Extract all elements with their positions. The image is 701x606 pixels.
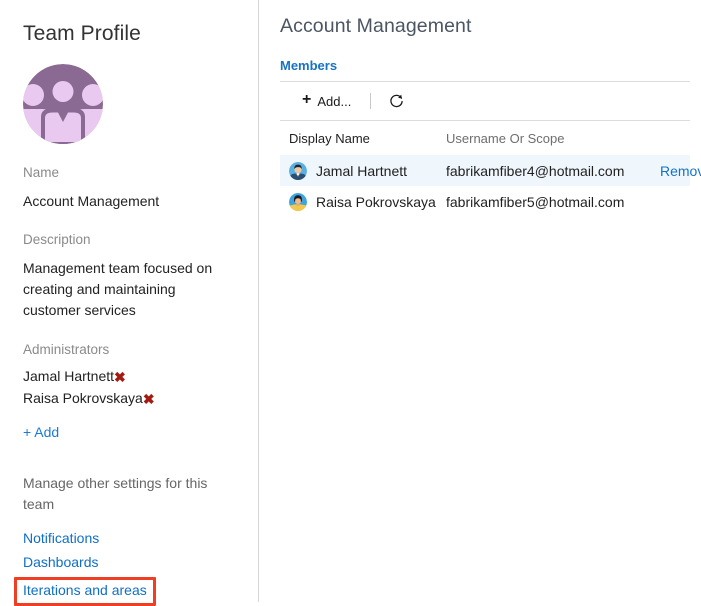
name-label: Name xyxy=(23,165,60,180)
table-row[interactable]: Jamal Hartnett fabrikamfiber4@hotmail.co… xyxy=(280,155,701,186)
toolbar-divider xyxy=(370,93,372,109)
table-row[interactable]: Raisa Pokrovskaya fabrikamfiber5@hotmail… xyxy=(280,186,690,217)
cell-username: fabrikamfiber5@hotmail.com xyxy=(446,193,625,210)
administrator-row: Jamal Hartnett ✖ xyxy=(23,366,236,387)
members-table: Display Name Username Or Scope Jamal Har… xyxy=(280,121,701,217)
remove-member-link[interactable]: Remove xyxy=(660,163,701,179)
manage-settings-text: Manage other settings for this team xyxy=(23,475,208,512)
team-profile-panel: Team Profile Name Account Management Des… xyxy=(0,0,259,606)
cell-display-name: Jamal Hartnett xyxy=(280,155,446,186)
members-table-body: Jamal Hartnett fabrikamfiber4@hotmail.co… xyxy=(280,155,701,217)
column-header-actions xyxy=(660,121,690,155)
plus-icon: + xyxy=(302,91,312,108)
cell-action xyxy=(660,186,690,217)
cell-action: Remove xyxy=(660,155,701,186)
members-toolbar: + Add... xyxy=(280,82,690,120)
administrator-name: Raisa Pokrovskaya xyxy=(23,390,143,406)
refresh-icon xyxy=(390,94,403,107)
remove-administrator-icon[interactable]: ✖ xyxy=(114,370,126,384)
cell-username: fabrikamfiber4@hotmail.com xyxy=(446,155,660,186)
team-group-avatar-icon xyxy=(23,64,103,144)
member-name: Jamal Hartnett xyxy=(316,162,408,179)
tab-members[interactable]: Members xyxy=(280,58,337,73)
description-label: Description xyxy=(23,232,91,247)
user-avatar-male-icon xyxy=(289,161,307,180)
administrators-list: Jamal Hartnett ✖ Raisa Pokrovskaya ✖ xyxy=(23,366,236,409)
page-title: Team Profile xyxy=(23,22,141,45)
add-member-button[interactable]: + Add... xyxy=(298,88,355,114)
refresh-button[interactable] xyxy=(384,89,408,113)
name-value: Account Management xyxy=(23,193,160,209)
column-header-username-or-scope[interactable]: Username Or Scope xyxy=(446,121,660,155)
member-name: Raisa Pokrovskaya xyxy=(316,193,436,210)
add-member-label: Add... xyxy=(317,93,352,109)
administrator-row: Raisa Pokrovskaya ✖ xyxy=(23,388,236,409)
tab-strip: Members xyxy=(280,57,690,73)
content-title: Account Management xyxy=(280,15,472,37)
sidebar-link-notifications[interactable]: Notifications xyxy=(23,527,236,550)
members-table-header: Display Name Username Or Scope xyxy=(280,121,690,155)
account-management-panel: Account Management Members + Add... Disp… xyxy=(259,0,701,602)
cell-display-name: Raisa Pokrovskaya xyxy=(280,186,446,217)
sidebar-link-dashboards[interactable]: Dashboards xyxy=(23,551,236,574)
add-administrator-link[interactable]: + Add xyxy=(23,424,59,440)
sidebar-link-iterations-and-areas[interactable]: Iterations and areas xyxy=(23,581,147,600)
team-settings-page: Team Profile Name Account Management Des… xyxy=(0,0,701,606)
user-avatar-female-icon xyxy=(289,192,307,211)
table-header-row: Display Name Username Or Scope xyxy=(280,121,690,155)
description-value: Management team focused on creating and … xyxy=(23,260,213,318)
administrators-label: Administrators xyxy=(23,342,110,357)
remove-administrator-icon[interactable]: ✖ xyxy=(143,392,155,406)
team-avatar xyxy=(23,64,103,144)
column-header-display-name[interactable]: Display Name xyxy=(280,121,446,155)
settings-links-list: Notifications Dashboards Iterations and … xyxy=(14,527,236,606)
administrator-name: Jamal Hartnett xyxy=(23,368,115,384)
